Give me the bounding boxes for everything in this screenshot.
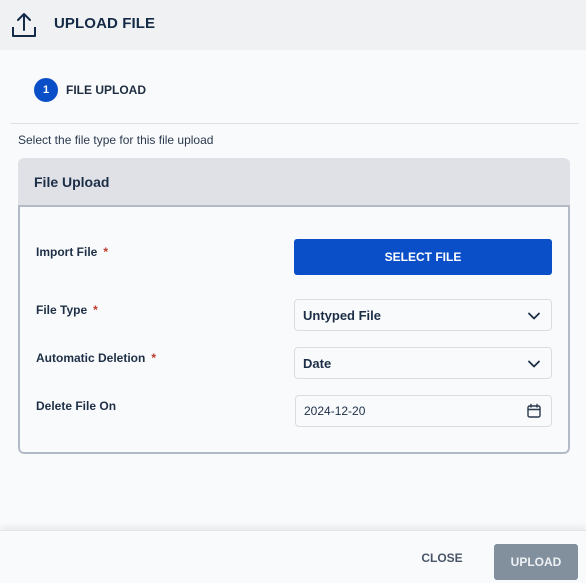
file-type-value: Untyped File xyxy=(303,307,382,323)
card-header: File Upload xyxy=(18,158,570,207)
dialog-header: UPLOAD FILE xyxy=(0,0,586,50)
instructions-text: Select the file type for this file uploa… xyxy=(18,133,214,147)
automatic-deletion-value: Date xyxy=(303,355,332,371)
required-asterisk: * xyxy=(103,245,109,259)
dialog-footer: CLOSE UPLOAD xyxy=(0,530,586,583)
file-type-label: File Type * xyxy=(36,303,98,317)
automatic-deletion-label: Automatic Deletion * xyxy=(36,351,156,365)
chevron-down-icon xyxy=(528,312,540,320)
card-title: File Upload xyxy=(34,173,110,190)
chevron-down-icon xyxy=(528,360,540,368)
import-file-label: Import File * xyxy=(36,245,108,259)
delete-file-on-label: Delete File On xyxy=(36,399,116,413)
card-body: Import File * SELECT FILE File Type * Unty… xyxy=(18,207,570,454)
file-type-select[interactable]: Untyped File xyxy=(294,299,552,331)
divider xyxy=(10,123,579,124)
upload-icon xyxy=(12,13,36,37)
calendar-icon[interactable] xyxy=(526,403,542,419)
step-number-badge: 1 xyxy=(34,78,58,102)
upload-button[interactable]: UPLOAD xyxy=(494,544,578,580)
file-upload-card: File Upload Import File * SELECT FILE Fil… xyxy=(18,158,570,454)
delete-file-on-date-input[interactable]: 2024-12-20 xyxy=(295,395,552,427)
file-type-label-text: File Type xyxy=(36,303,88,317)
import-file-label-text: Import File xyxy=(36,245,98,259)
delete-file-on-label-text: Delete File On xyxy=(36,399,117,413)
step-label: FILE UPLOAD xyxy=(66,83,146,97)
dialog-title: UPLOAD FILE xyxy=(54,15,156,32)
delete-file-on-value: 2024-12-20 xyxy=(304,404,366,418)
automatic-deletion-select[interactable]: Date xyxy=(294,347,552,379)
automatic-deletion-label-text: Automatic Deletion xyxy=(36,351,146,365)
upload-file-dialog: UPLOAD FILE 1 FILE UPLOAD Select the fil… xyxy=(0,0,586,583)
select-file-button[interactable]: SELECT FILE xyxy=(294,239,552,275)
close-button[interactable]: CLOSE xyxy=(412,544,472,572)
stepper: 1 FILE UPLOAD xyxy=(34,78,146,102)
required-asterisk: * xyxy=(93,303,98,317)
required-asterisk: * xyxy=(151,351,157,365)
